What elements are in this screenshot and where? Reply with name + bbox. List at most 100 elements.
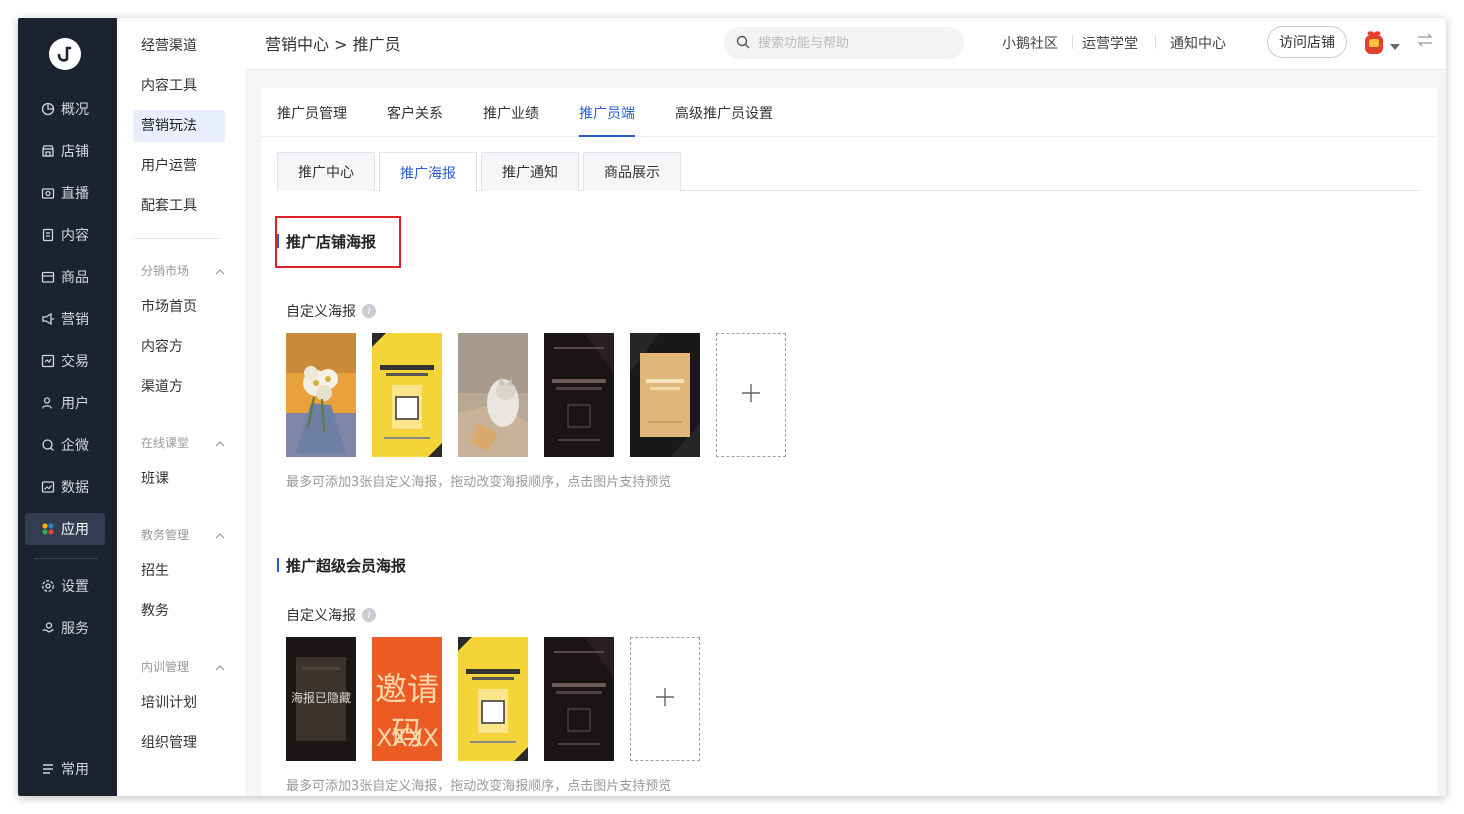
tab-promoter-client[interactable]: 推广员端	[579, 103, 635, 137]
sub-tabs: 推广中心 推广海报 推广通知 商品展示	[277, 152, 1421, 192]
nav-item-common[interactable]: 常用	[25, 753, 105, 785]
nav-label: 直播	[61, 186, 89, 202]
sub-divider	[133, 238, 221, 239]
poster-thumbnail-hidden[interactable]: 海报已隐藏	[286, 637, 356, 761]
tab-promotion-performance[interactable]: 推广业绩	[483, 103, 539, 137]
nav-label: 概况	[61, 102, 89, 118]
subtab-promotion-poster[interactable]: 推广海报	[379, 152, 477, 192]
link-notifications[interactable]: 通知中心	[1170, 33, 1226, 53]
switch-icon[interactable]	[1417, 32, 1433, 51]
sub-item-content-tools[interactable]: 内容工具	[133, 70, 225, 102]
sub-item-channel-provider[interactable]: 渠道方	[133, 371, 225, 403]
subtab-product-display[interactable]: 商品展示	[583, 152, 681, 191]
custom-poster-label-text: 自定义海报	[286, 608, 356, 624]
nav-item-live[interactable]: 直播	[25, 177, 105, 209]
chevron-down-icon[interactable]	[1390, 36, 1400, 55]
data-icon	[40, 479, 56, 495]
nav-label: 用户	[61, 396, 89, 412]
poster-thumbnail[interactable]	[458, 637, 528, 761]
invite-code-value: XXXX	[376, 724, 439, 752]
chevron-up-icon	[215, 660, 225, 674]
nav-divider	[34, 558, 98, 559]
document-icon	[40, 227, 56, 243]
sub-item-org-management[interactable]: 组织管理	[133, 727, 225, 759]
chevron-up-icon	[215, 264, 225, 278]
tab-advanced-settings[interactable]: 高级推广员设置	[675, 103, 773, 137]
poster-thumbnail-invite[interactable]: 邀请码 XXXX	[372, 637, 442, 761]
poster-thumbnail[interactable]	[544, 637, 614, 761]
nav-label: 营销	[61, 312, 89, 328]
tab-customer-relations[interactable]: 客户关系	[387, 103, 443, 137]
nav-label: 内容	[61, 228, 89, 244]
nav-label: 店铺	[61, 144, 89, 160]
link-community[interactable]: 小鹅社区	[1002, 33, 1058, 53]
nav-label: 数据	[61, 480, 89, 496]
section-title-store-poster: 推广店铺海报	[277, 231, 376, 252]
sub-item-marketing-play[interactable]: 营销玩法	[133, 110, 225, 142]
nav-label: 企微	[61, 438, 89, 454]
plus-icon	[655, 687, 675, 711]
section-title-vip-poster: 推广超级会员海报	[277, 555, 406, 576]
user-icon	[40, 395, 56, 411]
sub-item-enrollment[interactable]: 招生	[133, 555, 225, 587]
app-logo[interactable]	[49, 38, 81, 70]
nav-item-users[interactable]: 用户	[25, 387, 105, 419]
sub-item-academic-affairs[interactable]: 教务	[133, 595, 225, 627]
sub-item-support-tools[interactable]: 配套工具	[133, 190, 225, 222]
subtab-promotion-center[interactable]: 推广中心	[277, 152, 375, 191]
sub-item-user-ops[interactable]: 用户运营	[133, 150, 225, 182]
add-poster-button[interactable]	[716, 333, 786, 457]
info-icon[interactable]: i	[362, 304, 376, 318]
nav-item-store[interactable]: 店铺	[25, 135, 105, 167]
chevron-up-icon	[215, 436, 225, 450]
link-academy[interactable]: 运营学堂	[1082, 33, 1138, 53]
group-distribution-market[interactable]: 分销市场	[141, 262, 225, 279]
poster-thumbnail[interactable]	[458, 333, 528, 457]
sub-item-class[interactable]: 班课	[133, 463, 225, 495]
visit-store-button[interactable]: 访问店铺	[1267, 26, 1347, 58]
info-icon[interactable]: i	[362, 608, 376, 622]
add-poster-button[interactable]	[630, 637, 700, 761]
nav-label: 商品	[61, 270, 89, 286]
nav-item-content[interactable]: 内容	[25, 219, 105, 251]
nav-item-goods[interactable]: 商品	[25, 261, 105, 293]
avatar[interactable]	[1363, 29, 1385, 55]
nav-item-transaction[interactable]: 交易	[25, 345, 105, 377]
poster-thumbnail[interactable]	[630, 333, 700, 457]
plus-icon	[741, 383, 761, 407]
nav-item-overview[interactable]: 概况	[25, 93, 105, 125]
secondary-nav: 经营渠道 内容工具 营销玩法 用户运营 配套工具 分销市场 市场首页 内容方 渠…	[117, 18, 245, 796]
subtab-promotion-notice[interactable]: 推广通知	[481, 152, 579, 191]
custom-poster-label: 自定义海报 i	[286, 301, 376, 321]
nav-label: 服务	[61, 621, 89, 637]
nav-item-marketing[interactable]: 营销	[25, 303, 105, 335]
megaphone-icon	[40, 311, 56, 327]
tab-promoter-management[interactable]: 推广员管理	[277, 103, 347, 137]
main-tabs: 推广员管理 客户关系 推广业绩 推广员端 高级推广员设置	[261, 88, 1437, 137]
sub-item-channels[interactable]: 经营渠道	[133, 30, 225, 62]
hidden-poster-text: 海报已隐藏	[290, 691, 351, 705]
nav-item-settings[interactable]: 设置	[25, 570, 105, 602]
nav-item-apps[interactable]: 应用	[25, 513, 105, 545]
poster-thumbnail[interactable]	[286, 333, 356, 457]
app-window: 概况 店铺 直播 内容 商品 营销 交易 用户 企微 数据 应用 设置 服务 常…	[18, 18, 1446, 796]
nav-item-service[interactable]: 服务	[25, 612, 105, 644]
nav-item-wecom[interactable]: 企微	[25, 429, 105, 461]
breadcrumb: 营销中心 > 推广员	[265, 35, 401, 54]
nav-item-data[interactable]: 数据	[25, 471, 105, 503]
group-academic[interactable]: 教务管理	[141, 526, 225, 543]
service-icon	[40, 620, 56, 636]
pie-chart-icon	[40, 101, 56, 117]
nav-label: 交易	[61, 354, 89, 370]
sub-item-training-plan[interactable]: 培训计划	[133, 687, 225, 719]
sub-item-content-provider[interactable]: 内容方	[133, 331, 225, 363]
wecom-icon	[40, 437, 56, 453]
poster-thumbnail[interactable]	[372, 333, 442, 457]
sub-item-market-home[interactable]: 市场首页	[133, 291, 225, 323]
group-online-class[interactable]: 在线课堂	[141, 434, 225, 451]
group-internal-training[interactable]: 内训管理	[141, 658, 225, 675]
search-box[interactable]	[724, 27, 964, 59]
search-input[interactable]	[758, 35, 948, 51]
poster-hint: 最多可添加3张自定义海报，拖动改变海报顺序，点击图片支持预览	[286, 475, 672, 490]
poster-thumbnail[interactable]	[544, 333, 614, 457]
